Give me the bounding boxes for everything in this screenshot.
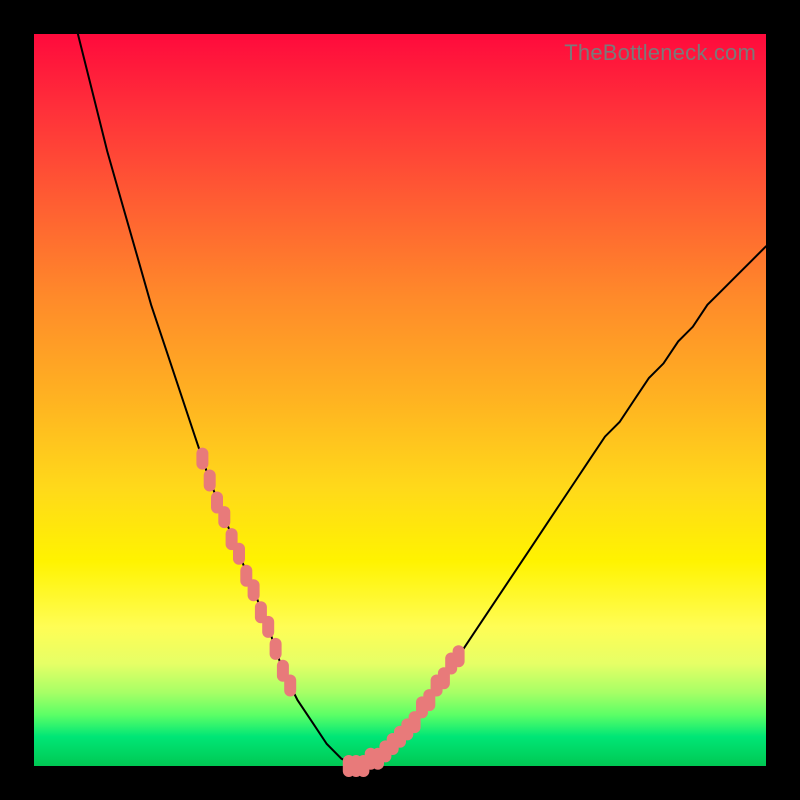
curve-marker: [248, 579, 260, 601]
curve-marker: [196, 448, 208, 470]
curve-marker: [204, 470, 216, 492]
plot-area: TheBottleneck.com: [34, 34, 766, 766]
curve-marker: [233, 543, 245, 565]
curve-marker: [218, 506, 230, 528]
bottleneck-curve: [34, 34, 766, 766]
curve-marker: [270, 638, 282, 660]
chart-frame: TheBottleneck.com: [0, 0, 800, 800]
curve-markers: [196, 448, 464, 777]
curve-line: [78, 34, 766, 766]
curve-marker: [453, 645, 465, 667]
curve-marker: [262, 616, 274, 638]
curve-marker: [284, 675, 296, 697]
